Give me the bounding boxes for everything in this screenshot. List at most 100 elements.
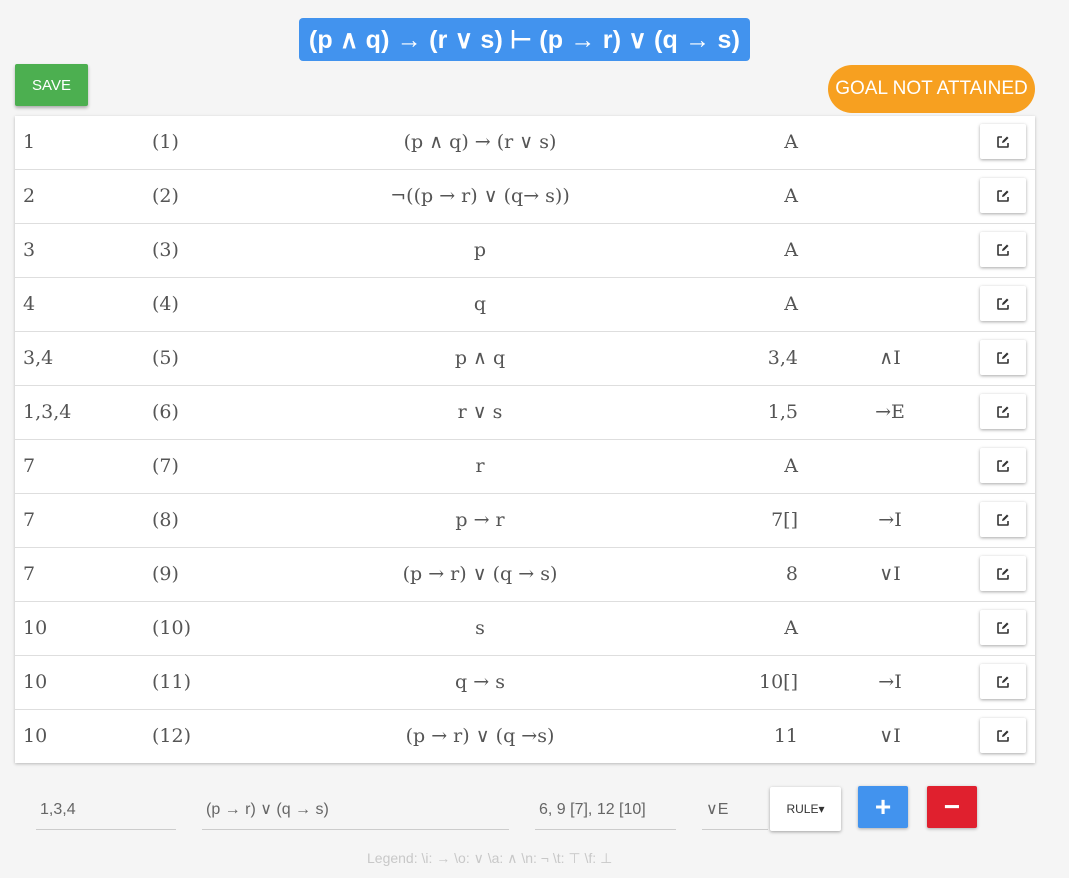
edit-row-button[interactable] [980, 502, 1026, 537]
remove-line-button[interactable]: − [927, 786, 977, 828]
row-line-number: (12) [152, 725, 192, 747]
row-line-number: (11) [152, 671, 192, 693]
add-line-button[interactable]: + [858, 786, 908, 828]
row-line-number: (10) [152, 617, 192, 639]
row-citations: 10[] [758, 671, 798, 693]
edit-row-button[interactable] [980, 394, 1026, 429]
row-line-number: (8) [152, 509, 179, 531]
row-dependencies: 4 [23, 293, 36, 315]
row-rule: ∨I [879, 563, 901, 585]
row-citations: A [784, 131, 798, 153]
goal-sequent: (p ∧ q) → (r ∨ s) ⊢ (p → r) ∨ (q → s) [299, 18, 750, 61]
proof-row: 10 (11) q → s 10[] →I [15, 656, 1035, 710]
rule-input[interactable]: ∨E [702, 790, 768, 830]
edit-icon [997, 567, 1009, 580]
row-rule [845, 224, 935, 277]
row-dependencies: 10 [23, 617, 48, 639]
row-formula: s [475, 617, 485, 639]
row-rule: →I [878, 671, 902, 693]
row-line-number: (6) [152, 401, 179, 423]
row-formula: (p ∧ q) → (r ∨ s) [403, 131, 557, 153]
row-formula: ¬((p → r) ∨ (q→ s)) [390, 185, 570, 207]
edit-icon [997, 459, 1009, 472]
row-dependencies: 10 [23, 671, 48, 693]
edit-icon [997, 351, 1009, 364]
citations-input[interactable]: 6, 9 [7], 12 [10] [535, 790, 676, 830]
dependencies-input[interactable]: 1,3,4 [36, 790, 176, 830]
edit-icon [997, 243, 1009, 256]
edit-icon [997, 513, 1009, 526]
row-formula: q [473, 293, 487, 315]
row-dependencies: 3 [23, 239, 36, 261]
row-formula: p ∧ q [454, 347, 506, 369]
row-line-number: (1) [152, 131, 179, 153]
proof-row: 7 (7) r A [15, 440, 1035, 494]
edit-row-button[interactable] [980, 124, 1026, 159]
row-line-number: (9) [152, 563, 179, 585]
edit-row-button[interactable] [980, 448, 1026, 483]
row-rule [845, 602, 935, 655]
row-citations: A [784, 617, 798, 639]
edit-row-button[interactable] [980, 286, 1026, 321]
edit-icon [997, 405, 1009, 418]
row-formula: p → r [455, 509, 505, 531]
row-citations: 8 [785, 563, 798, 585]
row-formula: p [473, 239, 487, 261]
proof-row: 2 (2) ¬((p → r) ∨ (q→ s)) A [15, 170, 1035, 224]
edit-icon [997, 297, 1009, 310]
row-dependencies: 7 [23, 563, 36, 585]
row-citations: A [784, 293, 798, 315]
rule-dropdown-button[interactable]: RULE▾ [770, 787, 841, 831]
row-dependencies: 3,4 [23, 347, 54, 369]
legend: Legend: \i: → \o: ∨ \a: ∧ \n: ¬ \t: ⊤ \f… [367, 850, 613, 866]
edit-row-button[interactable] [980, 610, 1026, 645]
row-line-number: (2) [152, 185, 179, 207]
row-dependencies: 1 [23, 131, 36, 153]
row-formula: (p → r) ∨ (q → s) [402, 563, 558, 585]
row-formula: q → s [455, 671, 505, 693]
proof-table: 1 (1) (p ∧ q) → (r ∨ s) A 2 (2) ¬((p → r) ∨ (q… [15, 116, 1035, 763]
edit-row-button[interactable] [980, 664, 1026, 699]
edit-icon [997, 621, 1009, 634]
edit-icon [997, 135, 1009, 148]
proof-row: 7 (9) (p → r) ∨ (q → s) 8 ∨I [15, 548, 1035, 602]
row-citations: A [784, 239, 798, 261]
row-citations: 3,4 [767, 347, 798, 369]
row-formula: (p → r) ∨ (q →s) [405, 725, 555, 747]
row-citations: A [784, 185, 798, 207]
row-line-number: (5) [152, 347, 179, 369]
row-dependencies: 7 [23, 455, 36, 477]
formula-input[interactable]: (p → r) ∨ (q → s) [202, 790, 509, 830]
row-rule [845, 278, 935, 331]
proof-row: 1 (1) (p ∧ q) → (r ∨ s) A [15, 116, 1035, 170]
row-line-number: (3) [152, 239, 179, 261]
row-rule [845, 116, 935, 169]
edit-icon [997, 189, 1009, 202]
proof-row: 3,4 (5) p ∧ q 3,4 ∧I [15, 332, 1035, 386]
row-citations: 7[] [771, 509, 798, 531]
proof-row: 4 (4) q A [15, 278, 1035, 332]
row-dependencies: 2 [23, 185, 36, 207]
edit-icon [997, 729, 1009, 742]
edit-row-button[interactable] [980, 556, 1026, 591]
row-rule: ∨I [879, 725, 901, 747]
edit-icon [997, 675, 1009, 688]
proof-row: 1,3,4 (6) r ∨ s 1,5 →E [15, 386, 1035, 440]
row-rule: →E [875, 401, 905, 423]
edit-row-button[interactable] [980, 232, 1026, 267]
row-rule: →I [878, 509, 902, 531]
edit-row-button[interactable] [980, 718, 1026, 753]
row-citations: A [784, 455, 798, 477]
edit-row-button[interactable] [980, 178, 1026, 213]
row-rule [845, 170, 935, 223]
goal-status-badge: GOAL NOT ATTAINED [828, 65, 1035, 113]
proof-row: 10 (12) (p → r) ∨ (q →s) 11 ∨I [15, 710, 1035, 763]
row-dependencies: 7 [23, 509, 36, 531]
edit-row-button[interactable] [980, 340, 1026, 375]
row-dependencies: 1,3,4 [23, 401, 72, 423]
row-citations: 11 [773, 725, 798, 747]
row-formula: r ∨ s [457, 401, 503, 423]
proof-row: 10 (10) s A [15, 602, 1035, 656]
save-button[interactable]: SAVE [15, 64, 88, 106]
row-rule [845, 440, 935, 493]
